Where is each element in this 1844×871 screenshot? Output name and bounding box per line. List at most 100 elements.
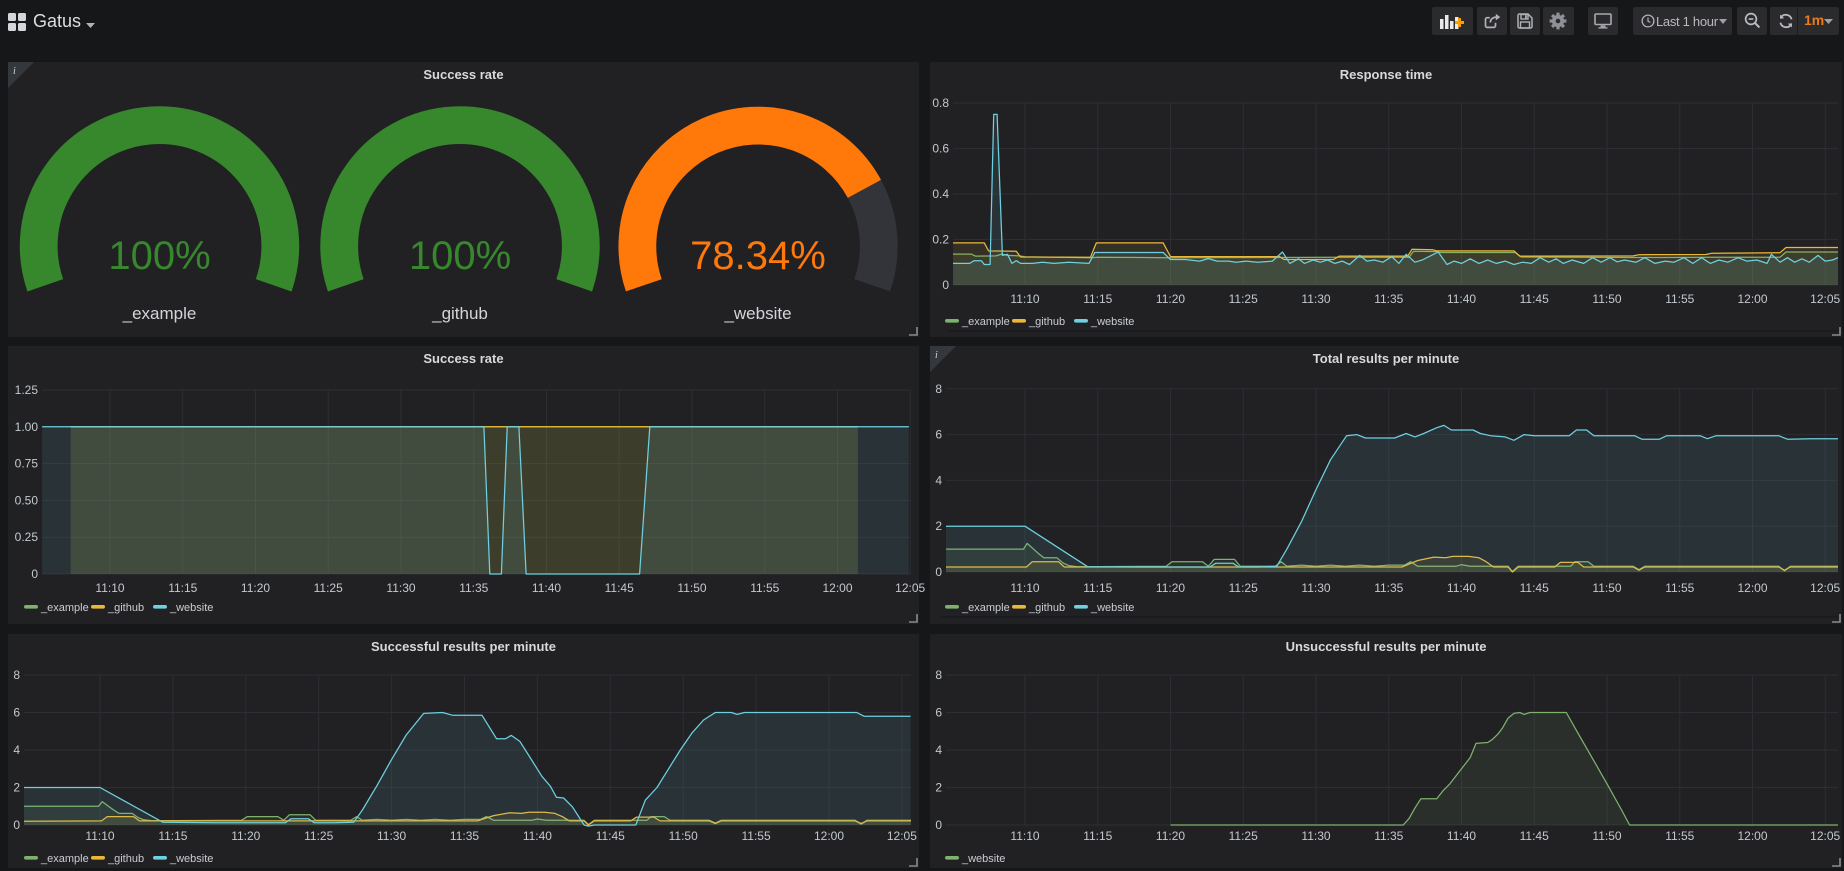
svg-text:11:30: 11:30 [377,829,406,843]
svg-text:11:20: 11:20 [1156,581,1185,595]
svg-text:11:45: 11:45 [1520,829,1549,843]
svg-text:2: 2 [13,781,20,795]
svg-text:12:00: 12:00 [1737,581,1767,595]
svg-text:_github: _github [107,602,144,614]
svg-text:11:40: 11:40 [1447,829,1476,843]
svg-text:0: 0 [935,818,942,832]
svg-text:12:05: 12:05 [1810,581,1840,595]
svg-text:11:30: 11:30 [1301,292,1330,306]
svg-text:6: 6 [935,706,942,720]
svg-text:0.4: 0.4 [932,187,949,201]
svg-text:12:05: 12:05 [1810,292,1840,306]
svg-text:1.00: 1.00 [15,420,39,434]
svg-text:11:15: 11:15 [168,581,197,595]
svg-text:_github: _github [107,853,144,865]
svg-text:_website: _website [723,304,791,323]
svg-text:_github: _github [1028,602,1065,614]
svg-text:11:20: 11:20 [241,581,270,595]
svg-text:11:50: 11:50 [669,829,698,843]
svg-text:78.34%: 78.34% [690,234,826,278]
svg-text:11:45: 11:45 [1520,292,1549,306]
svg-text:12:05: 12:05 [895,581,925,595]
svg-text:_website: _website [169,853,213,865]
svg-text:0.8: 0.8 [932,96,949,110]
svg-text:12:05: 12:05 [1810,829,1840,843]
svg-text:0.75: 0.75 [15,457,39,471]
svg-text:0.25: 0.25 [15,530,39,544]
svg-text:11:50: 11:50 [1592,829,1621,843]
svg-text:11:55: 11:55 [1665,292,1694,306]
svg-text:_example: _example [40,602,89,614]
svg-text:11:45: 11:45 [1520,581,1549,595]
svg-text:12:00: 12:00 [814,829,844,843]
svg-text:11:20: 11:20 [1156,292,1185,306]
svg-text:11:50: 11:50 [1592,292,1621,306]
svg-text:_example: _example [122,304,197,323]
svg-text:4: 4 [13,743,20,757]
svg-text:11:20: 11:20 [1156,829,1185,843]
svg-text:_website: _website [961,853,1005,865]
svg-text:11:35: 11:35 [1374,292,1403,306]
svg-text:_website: _website [1090,602,1134,614]
svg-text:4: 4 [935,473,942,487]
svg-text:_example: _example [40,853,89,865]
svg-text:11:40: 11:40 [532,581,561,595]
svg-text:0: 0 [31,567,38,581]
svg-text:4: 4 [935,743,942,757]
svg-text:8: 8 [935,668,942,682]
svg-text:11:55: 11:55 [1665,581,1694,595]
svg-text:8: 8 [935,382,942,396]
svg-text:11:50: 11:50 [1592,581,1621,595]
svg-text:11:15: 11:15 [158,829,187,843]
svg-text:11:10: 11:10 [1010,581,1039,595]
svg-text:11:25: 11:25 [314,581,343,595]
svg-text:11:10: 11:10 [1010,829,1039,843]
svg-text:11:40: 11:40 [523,829,552,843]
svg-text:_github: _github [431,304,488,323]
svg-text:11:15: 11:15 [1083,581,1112,595]
svg-text:2: 2 [935,519,942,533]
svg-text:11:25: 11:25 [1229,581,1258,595]
svg-text:_website: _website [169,602,213,614]
svg-text:11:55: 11:55 [742,829,771,843]
svg-text:11:50: 11:50 [677,581,706,595]
svg-text:0: 0 [935,565,942,579]
svg-text:12:00: 12:00 [1737,292,1767,306]
svg-text:11:45: 11:45 [596,829,625,843]
svg-text:11:40: 11:40 [1447,581,1476,595]
svg-text:6: 6 [935,428,942,442]
svg-text:12:00: 12:00 [822,581,852,595]
svg-text:0: 0 [13,818,20,832]
svg-text:11:15: 11:15 [1083,292,1112,306]
svg-text:11:30: 11:30 [1301,581,1330,595]
svg-text:11:25: 11:25 [304,829,333,843]
svg-text:0.2: 0.2 [932,233,949,247]
svg-text:_example: _example [961,316,1010,328]
svg-text:11:10: 11:10 [85,829,114,843]
svg-text:100%: 100% [108,234,210,278]
svg-text:12:05: 12:05 [887,829,917,843]
svg-text:11:40: 11:40 [1447,292,1476,306]
svg-text:11:35: 11:35 [1374,581,1403,595]
svg-text:0.6: 0.6 [932,142,949,156]
svg-text:11:45: 11:45 [605,581,634,595]
svg-text:0: 0 [942,278,949,292]
svg-text:8: 8 [13,668,20,682]
svg-text:12:00: 12:00 [1737,829,1767,843]
svg-text:0.50: 0.50 [15,493,39,507]
svg-text:_github: _github [1028,316,1065,328]
svg-text:11:25: 11:25 [1229,829,1258,843]
svg-text:11:20: 11:20 [231,829,260,843]
svg-text:11:15: 11:15 [1083,829,1112,843]
svg-text:11:55: 11:55 [750,581,779,595]
svg-text:1.25: 1.25 [15,383,39,397]
svg-text:11:30: 11:30 [1301,829,1330,843]
svg-text:6: 6 [13,706,20,720]
svg-text:100%: 100% [409,234,511,278]
svg-text:2: 2 [935,781,942,795]
svg-text:_website: _website [1090,316,1134,328]
svg-text:11:10: 11:10 [1010,292,1039,306]
svg-text:11:35: 11:35 [1374,829,1403,843]
svg-text:11:30: 11:30 [386,581,415,595]
svg-text:11:55: 11:55 [1665,829,1694,843]
